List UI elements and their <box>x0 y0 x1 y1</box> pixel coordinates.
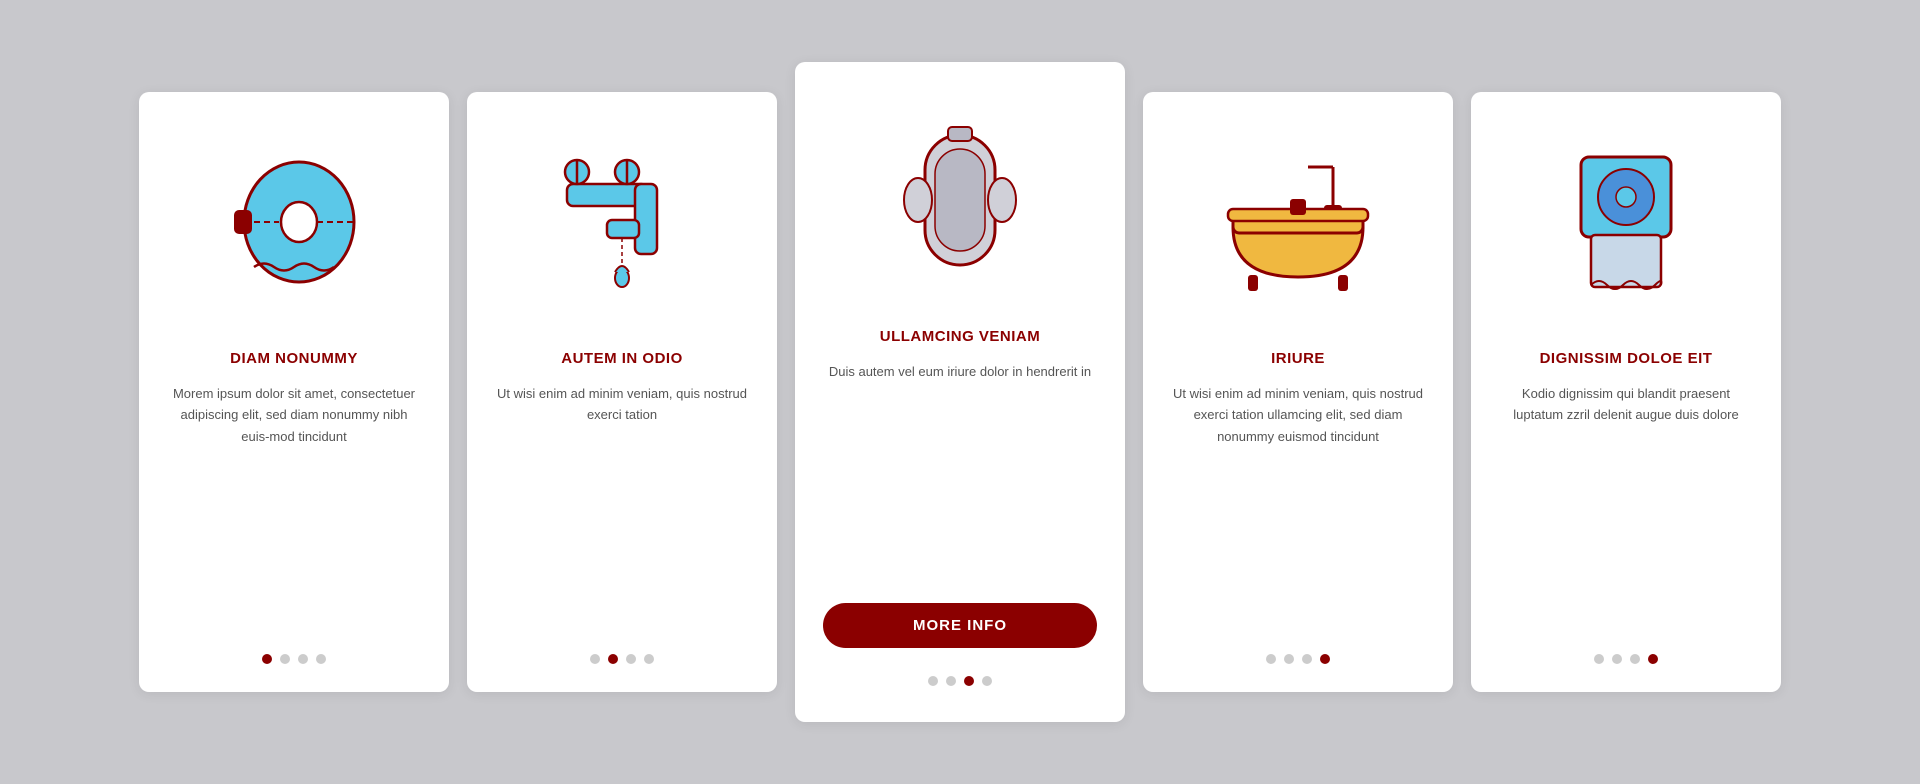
card-2-title: AUTEM IN ODIO <box>561 350 683 367</box>
cards-container: DIAM NONUMMY Morem ipsum dolor sit amet,… <box>79 22 1841 762</box>
card-bathtub: IRIURE Ut wisi enim ad minim veniam, qui… <box>1143 92 1453 692</box>
card-3-body: Duis autem vel eum iriure dolor in hendr… <box>829 361 1091 579</box>
card-4-dots <box>1266 654 1330 664</box>
dot-3-3 <box>964 676 974 686</box>
dot-5-1 <box>1594 654 1604 664</box>
card-faucet: AUTEM IN ODIO Ut wisi enim ad minim veni… <box>467 92 777 692</box>
dot-5-2 <box>1612 654 1622 664</box>
icon-area-1 <box>167 122 421 322</box>
card-3-title: ULLAMCING VENIAM <box>880 328 1041 345</box>
card-2-body: Ut wisi enim ad minim veniam, quis nostr… <box>495 383 749 630</box>
card-1-title: DIAM NONUMMY <box>230 350 358 367</box>
card-5-dots <box>1594 654 1658 664</box>
dot-4-2 <box>1284 654 1294 664</box>
card-3-dots <box>928 676 992 686</box>
card-toilet-paper: DIAM NONUMMY Morem ipsum dolor sit amet,… <box>139 92 449 692</box>
dot-2-4 <box>644 654 654 664</box>
card-4-body: Ut wisi enim ad minim veniam, quis nostr… <box>1171 383 1425 630</box>
dot-2-3 <box>626 654 636 664</box>
card-pad: ULLAMCING VENIAM Duis autem vel eum iriu… <box>795 62 1125 722</box>
card-towel: DIGNISSIM DOLOE EIT Kodio dignissim qui … <box>1471 92 1781 692</box>
card-2-dots <box>590 654 654 664</box>
dot-2-1 <box>590 654 600 664</box>
faucet-icon <box>547 142 697 302</box>
card-4-title: IRIURE <box>1271 350 1325 367</box>
dot-5-4 <box>1648 654 1658 664</box>
dot-5-3 <box>1630 654 1640 664</box>
card-1-body: Morem ipsum dolor sit amet, consectetuer… <box>167 383 421 630</box>
towel-icon <box>1561 147 1691 297</box>
dot-1-2 <box>280 654 290 664</box>
icon-area-5 <box>1499 122 1753 322</box>
toilet-paper-icon <box>224 152 364 292</box>
icon-area-3 <box>823 100 1097 300</box>
card-1-dots <box>262 654 326 664</box>
dot-4-4 <box>1320 654 1330 664</box>
dot-4-1 <box>1266 654 1276 664</box>
dot-2-2 <box>608 654 618 664</box>
icon-area-4 <box>1171 122 1425 322</box>
dot-3-2 <box>946 676 956 686</box>
card-5-title: DIGNISSIM DOLOE EIT <box>1540 350 1713 367</box>
more-info-button[interactable]: MORE INFO <box>823 603 1097 648</box>
pad-icon <box>900 115 1020 285</box>
dot-3-4 <box>982 676 992 686</box>
card-5-body: Kodio dignissim qui blandit praesent lup… <box>1499 383 1753 630</box>
icon-area-2 <box>495 122 749 322</box>
dot-1-3 <box>298 654 308 664</box>
dot-1-1 <box>262 654 272 664</box>
bathtub-icon <box>1218 147 1378 297</box>
dot-1-4 <box>316 654 326 664</box>
dot-3-1 <box>928 676 938 686</box>
dot-4-3 <box>1302 654 1312 664</box>
